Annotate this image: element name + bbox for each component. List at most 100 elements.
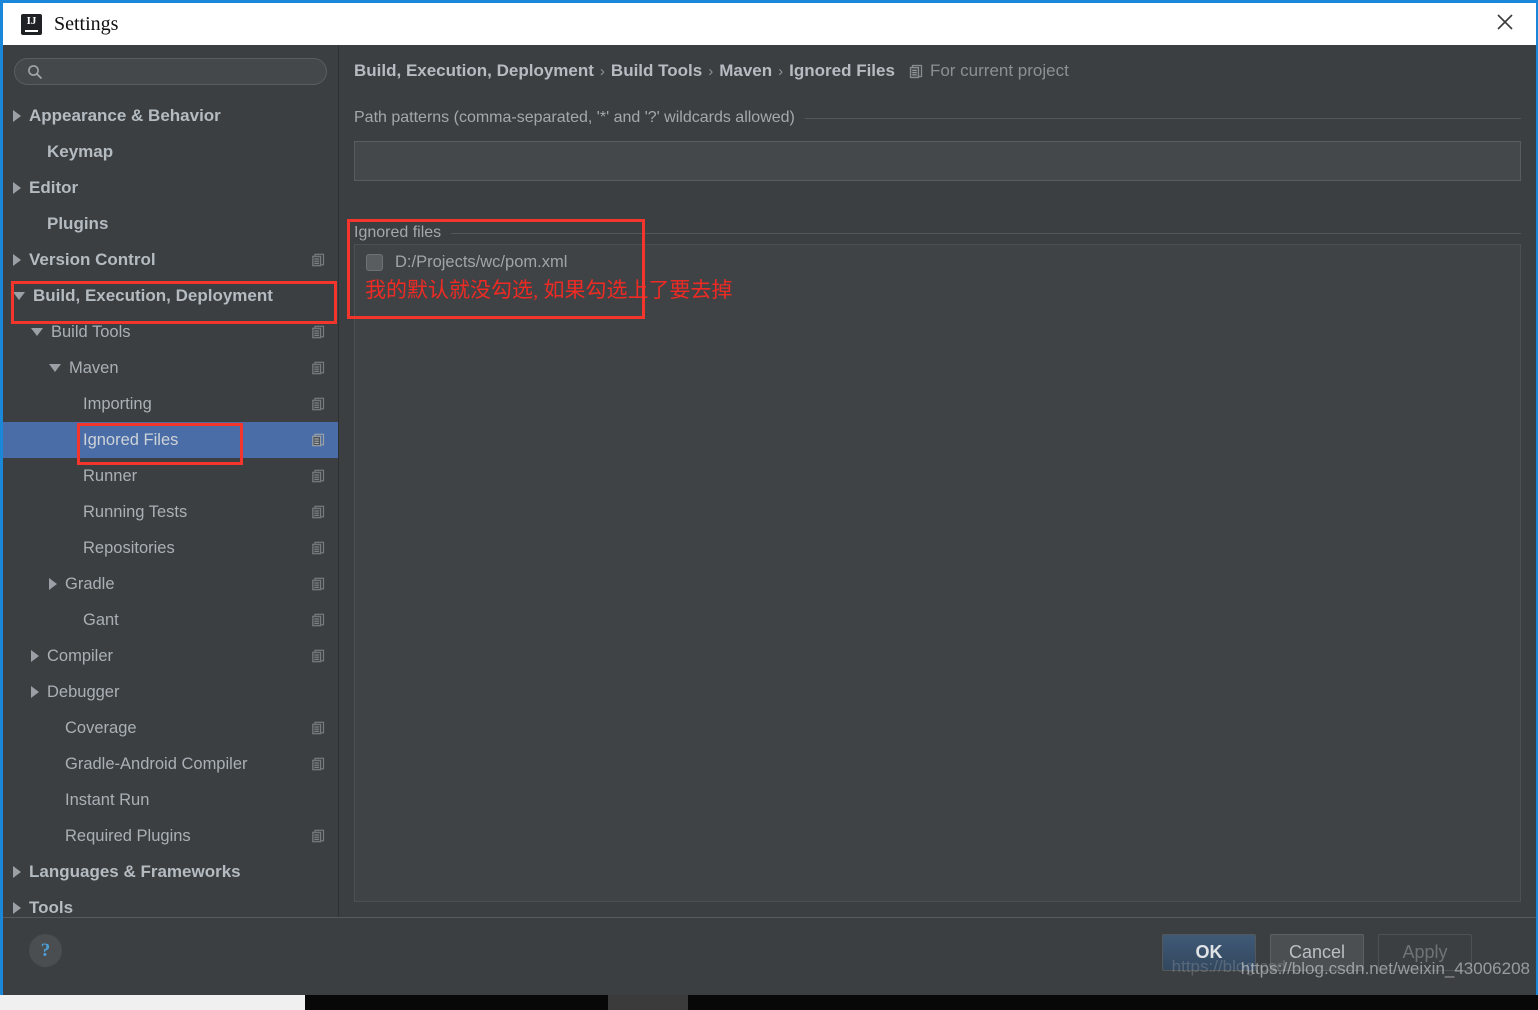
project-scope-icon <box>312 253 325 267</box>
sidebar-item-version-control[interactable]: Version Control <box>3 242 338 278</box>
sidebar-item-plugins[interactable]: Plugins <box>3 206 338 242</box>
sidebar-item-label: Required Plugins <box>65 826 191 845</box>
breadcrumb-item-2[interactable]: Maven <box>719 61 772 81</box>
sidebar-item-instant-run[interactable]: Instant Run <box>3 782 338 818</box>
sidebar-item-tools[interactable]: Tools <box>3 890 338 918</box>
project-scope-icon <box>909 64 923 78</box>
project-scope-icon <box>312 649 325 663</box>
breadcrumb-separator: › <box>708 62 714 80</box>
cancel-button[interactable]: Cancel <box>1270 934 1364 971</box>
taskbar-segment-light <box>0 995 305 1010</box>
chevron-right-icon[interactable] <box>13 902 21 914</box>
group-divider-line <box>804 117 1521 119</box>
ignored-files-group-header: Ignored files <box>354 223 1521 243</box>
chevron-right-icon[interactable] <box>13 182 21 194</box>
breadcrumb-item-3[interactable]: Ignored Files <box>789 61 895 81</box>
window-title: Settings <box>54 12 119 35</box>
apply-button: Apply <box>1378 934 1472 971</box>
close-button[interactable] <box>1482 5 1528 39</box>
project-scope-icon <box>312 325 325 339</box>
sidebar-item-label: Plugins <box>47 214 109 233</box>
sidebar-item-label: Version Control <box>29 250 156 269</box>
sidebar-item-runner[interactable]: Runner <box>3 458 338 494</box>
project-scope-icon <box>312 721 325 735</box>
sidebar-item-debugger[interactable]: Debugger <box>3 674 338 710</box>
breadcrumb-item-0[interactable]: Build, Execution, Deployment <box>354 61 594 81</box>
settings-sidebar: Appearance & Behavior Keymap Editor Plugins… <box>3 45 339 918</box>
project-scope-icon <box>312 433 325 447</box>
ignored-files-label: Ignored files <box>354 224 442 241</box>
sidebar-item-maven[interactable]: Maven <box>3 350 338 386</box>
sidebar-item-label: Build Tools <box>51 322 131 341</box>
search-input[interactable] <box>14 58 327 85</box>
sidebar-item-gradle[interactable]: Gradle <box>3 566 338 602</box>
sidebar-item-build-execution-deployment[interactable]: Build, Execution, Deployment <box>3 278 338 314</box>
sidebar-item-label: Keymap <box>47 142 114 161</box>
search-field-wrapper <box>14 58 327 85</box>
dialog-body: Appearance & Behavior Keymap Editor Plugins… <box>3 45 1536 995</box>
project-scope-icon <box>312 541 325 555</box>
title-bar: IJ Settings <box>3 3 1536 45</box>
chevron-right-icon[interactable] <box>31 650 39 662</box>
annotation-note: 我的默认就没勾选, 如果勾选上了要去掉 <box>365 278 733 302</box>
dialog-footer: ? OK Cancel Apply <box>3 917 1536 995</box>
sidebar-item-languages-frameworks[interactable]: Languages & Frameworks <box>3 854 338 890</box>
sidebar-item-repositories[interactable]: Repositories <box>3 530 338 566</box>
sidebar-item-compiler[interactable]: Compiler <box>3 638 338 674</box>
sidebar-item-running-tests[interactable]: Running Tests <box>3 494 338 530</box>
sidebar-item-keymap[interactable]: Keymap <box>3 134 338 170</box>
sidebar-item-label: Gant <box>83 610 119 629</box>
settings-tree: Appearance & Behavior Keymap Editor Plugins… <box>3 98 338 918</box>
help-button[interactable]: ? <box>29 934 62 967</box>
path-patterns-group: Path patterns (comma-separated, '*' and … <box>354 108 1521 181</box>
path-patterns-input[interactable] <box>354 141 1521 181</box>
sidebar-item-ignored-files[interactable]: Ignored Files <box>3 422 338 458</box>
sidebar-item-build-tools[interactable]: Build Tools <box>3 314 338 350</box>
desktop-taskbar <box>0 995 1538 1010</box>
project-scope-icon <box>312 829 325 843</box>
sidebar-item-label: Build, Execution, Deployment <box>33 286 273 305</box>
group-divider-line <box>451 232 1521 234</box>
sidebar-item-label: Gradle <box>65 574 115 593</box>
ignored-file-checkbox[interactable] <box>366 253 383 271</box>
chevron-right-icon[interactable] <box>31 686 39 698</box>
chevron-right-icon[interactable] <box>49 578 57 590</box>
breadcrumb-item-1[interactable]: Build Tools <box>611 61 702 81</box>
sidebar-item-label: Running Tests <box>83 502 188 521</box>
sidebar-item-coverage[interactable]: Coverage <box>3 710 338 746</box>
project-scope-icon <box>312 757 325 771</box>
settings-dialog: IJ Settings Appearance & Behavior Keymap E… <box>0 0 1538 995</box>
sidebar-item-editor[interactable]: Editor <box>3 170 338 206</box>
sidebar-item-label: Ignored Files <box>83 430 179 449</box>
sidebar-item-gradle-android-compiler[interactable]: Gradle-Android Compiler <box>3 746 338 782</box>
sidebar-item-importing[interactable]: Importing <box>3 386 338 422</box>
breadcrumb-separator: › <box>599 62 605 80</box>
chevron-down-icon[interactable] <box>49 364 61 372</box>
sidebar-item-appearance-behavior[interactable]: Appearance & Behavior <box>3 98 338 134</box>
sidebar-item-label: Editor <box>29 178 79 197</box>
sidebar-item-label: Languages & Frameworks <box>29 862 241 881</box>
chevron-right-icon[interactable] <box>13 866 21 878</box>
sidebar-item-label: Appearance & Behavior <box>29 106 221 125</box>
project-scope-icon <box>312 361 325 375</box>
chevron-down-icon[interactable] <box>13 292 25 300</box>
chevron-right-icon[interactable] <box>13 110 21 122</box>
sidebar-item-label: Compiler <box>47 646 114 665</box>
sidebar-item-required-plugins[interactable]: Required Plugins <box>3 818 338 854</box>
dialog-button-group: OK Cancel Apply <box>1162 934 1472 971</box>
sidebar-item-label: Instant Run <box>65 790 150 809</box>
scope-label: For current project <box>929 61 1069 80</box>
chevron-right-icon[interactable] <box>13 254 21 266</box>
sidebar-item-label: Runner <box>83 466 138 485</box>
sidebar-item-gant[interactable]: Gant <box>3 602 338 638</box>
ignored-files-list[interactable]: D:/Projects/wc/pom.xml <box>354 244 1521 902</box>
sidebar-item-label: Debugger <box>47 682 120 701</box>
ok-button[interactable]: OK <box>1162 934 1256 971</box>
project-scope-icon <box>312 613 325 627</box>
chevron-down-icon[interactable] <box>31 328 43 336</box>
settings-main-panel: Build, Execution, Deployment › Build Too… <box>339 45 1536 918</box>
path-patterns-label: Path patterns (comma-separated, '*' and … <box>354 109 795 126</box>
breadcrumb: Build, Execution, Deployment › Build Too… <box>354 61 1069 81</box>
intellij-logo-icon: IJ <box>21 13 42 35</box>
breadcrumb-separator: › <box>778 62 784 80</box>
